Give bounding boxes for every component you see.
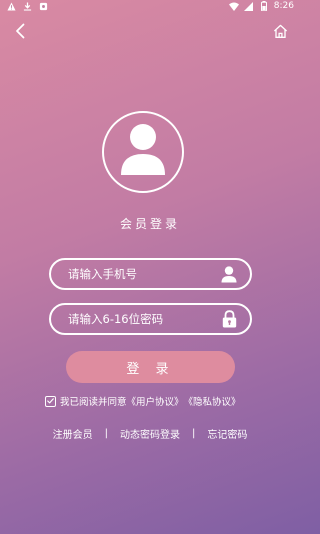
status-bar: 8:26 [0,0,300,14]
status-bar-notifications [6,1,48,11]
sms-login-link[interactable]: 动态密码登录 [120,426,180,441]
status-bar-system: 8:26 [228,1,294,11]
battery-icon [259,1,269,11]
wifi-icon [228,1,239,11]
home-icon [273,24,288,43]
download-icon [22,1,32,11]
user-icon [220,265,238,283]
back-button[interactable] [10,22,30,44]
avatar [102,111,184,193]
agreement-row: 我已阅读并同意 《用户协议》 《隐私协议》 [45,394,241,408]
check-icon [47,396,54,407]
bottom-links: 注册会员 | 动态密码登录 | 忘记密码 [0,426,300,441]
login-button[interactable]: 登 录 [66,351,235,383]
link-separator: | [104,428,108,439]
phone-input[interactable] [68,267,208,281]
app-notification-icon [38,1,48,11]
agreement-checkbox[interactable] [45,395,56,407]
signal-icon [244,1,254,11]
home-button[interactable] [270,22,290,44]
agreement-text: 我已阅读并同意 [60,397,127,408]
link-separator: | [192,428,196,439]
password-field-container [49,303,252,335]
user-agreement-link[interactable]: 《用户协议》 [127,394,184,408]
register-link[interactable]: 注册会员 [53,426,93,441]
privacy-agreement-link[interactable]: 《隐私协议》 [184,394,241,408]
password-input[interactable] [68,312,208,326]
status-time: 8:26 [273,1,294,11]
forgot-password-link[interactable]: 忘记密码 [207,426,247,441]
warning-icon [6,1,16,11]
page-title: 会员登录 [119,217,180,231]
phone-field-container [49,258,252,290]
user-avatar-icon [118,123,168,181]
top-navigation-bar [0,18,300,48]
chevron-left-icon [15,23,25,43]
lock-icon [220,310,238,328]
